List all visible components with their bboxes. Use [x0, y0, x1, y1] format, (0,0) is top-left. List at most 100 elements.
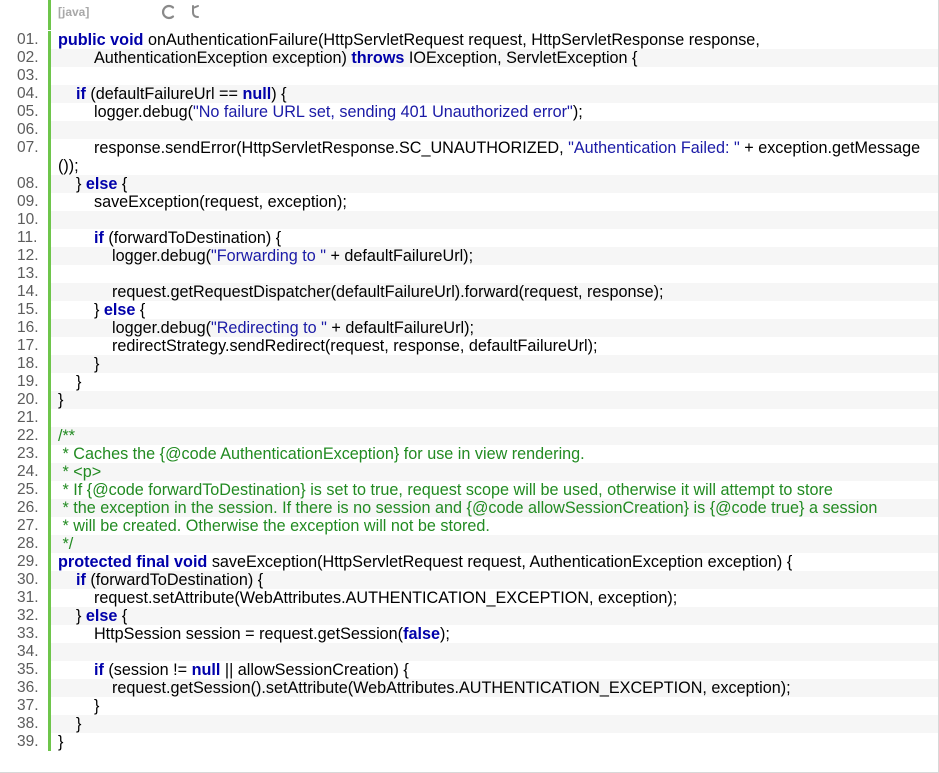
code-line: 35. if (session != null || allowSessionC…	[0, 661, 938, 679]
code-keyword: throws	[351, 49, 405, 67]
code-line: 01. public void onAuthenticationFailure(H…	[0, 31, 938, 49]
line-number: 22.	[17, 427, 39, 444]
code-comment: * will be created. Otherwise the excepti…	[58, 517, 490, 535]
code-string: "Redirecting to "	[211, 319, 327, 337]
code-text: logger.debug("Redirecting to " + default…	[51, 319, 938, 337]
code-keyword: protected	[58, 553, 132, 571]
line-number: 33.	[17, 625, 39, 642]
line-number: 34.	[17, 643, 39, 660]
line-number: 23.	[17, 445, 39, 462]
code-keyword: if	[93, 229, 104, 247]
toolbar-gutter	[0, 0, 48, 30]
code-text: protected final void saveException(HttpS…	[51, 553, 938, 571]
code-text: if (session != null || allowSessionCreat…	[51, 661, 938, 679]
code-text: redirectStrategy.sendRedirect(request, r…	[51, 337, 938, 355]
code-token: }	[58, 175, 86, 193]
line-number: 06.	[17, 121, 39, 138]
code-text: }	[51, 391, 938, 409]
code-line: 39.}	[0, 733, 938, 751]
code-line: 20.}	[0, 391, 938, 409]
code-line: 14. request.getRequestDispatcher(default…	[0, 283, 938, 301]
code-line: 15. } else {	[0, 301, 938, 319]
code-line: 18. }	[0, 355, 938, 373]
code-keyword: else	[85, 175, 118, 193]
line-number: 01.	[17, 31, 39, 48]
code-line: 12. logger.debug("Forwarding to " + defa…	[0, 247, 938, 265]
code-line: 29. protected final void saveException(Ht…	[0, 553, 938, 571]
code-keyword: final	[136, 553, 170, 571]
code-token: (session !=	[103, 661, 192, 679]
code-keyword: void	[110, 31, 144, 49]
code-keyword: if	[93, 661, 104, 679]
line-number: 04.	[17, 85, 39, 102]
code-token: + defaultFailureUrl);	[325, 247, 474, 265]
code-text: if (forwardToDestination) {	[51, 571, 938, 589]
code-token: (defaultFailureUrl ==	[85, 85, 243, 103]
code-line: 31. request.setAttribute(WebAttributes.A…	[0, 589, 938, 607]
line-number: 24.	[17, 463, 39, 480]
code-line: 21.	[0, 409, 938, 427]
code-token: }	[58, 355, 100, 373]
code-keyword: null	[191, 661, 221, 679]
line-number: 09.	[17, 193, 39, 210]
line-number: 26.	[17, 499, 39, 516]
code-line: 08. } else {	[0, 175, 938, 193]
code-token: onAuthenticationFailure(HttpServletReque…	[143, 31, 760, 49]
code-line: 11. if (forwardToDestination) {	[0, 229, 938, 247]
line-number: 16.	[17, 319, 39, 336]
code-comment: * <p>	[58, 463, 102, 481]
copy-icon[interactable]	[160, 3, 178, 21]
code-token: response.sendError(HttpServletResponse.S…	[58, 139, 569, 157]
line-number: 27.	[17, 517, 39, 534]
code-text: saveException(request, exception);	[51, 193, 938, 211]
code-text: logger.debug("No failure URL set, sendin…	[51, 103, 938, 121]
code-token: }	[58, 607, 86, 625]
code-token: logger.debug(	[58, 103, 193, 121]
code-line: 17. redirectStrategy.sendRedirect(reques…	[0, 337, 938, 355]
line-number: 15.	[17, 301, 39, 318]
line-number: 07.	[17, 139, 39, 156]
line-number: 20.	[17, 391, 39, 408]
code-line: 06.	[0, 121, 938, 139]
code-token: {	[117, 607, 128, 625]
code-token: saveException(request, exception);	[58, 193, 347, 211]
code-line: 02. AuthenticationException exception) t…	[0, 49, 938, 67]
code-token: ) {	[271, 85, 287, 103]
code-line: 19. }	[0, 373, 938, 391]
code-token: request.getSession().setAttribute(WebAtt…	[58, 679, 791, 697]
line-number: 29.	[17, 553, 39, 570]
code-text: request.getRequestDispatcher(defaultFail…	[51, 283, 938, 301]
line-number: 25.	[17, 481, 39, 498]
code-text: if (forwardToDestination) {	[51, 229, 938, 247]
code-line: 23. * Caches the {@code AuthenticationEx…	[0, 445, 938, 463]
code-token: {	[117, 175, 128, 193]
code-keyword: public	[58, 31, 106, 49]
code-line: 16. logger.debug("Redirecting to " + def…	[0, 319, 938, 337]
line-number: 02.	[17, 49, 39, 66]
line-number: 39.	[17, 733, 39, 750]
code-token: (forwardToDestination) {	[85, 571, 264, 589]
line-number: 32.	[17, 607, 39, 624]
code-keyword: else	[103, 301, 136, 319]
code-keyword: if	[76, 85, 86, 103]
code-token: + defaultFailureUrl);	[326, 319, 474, 337]
line-number: 05.	[17, 103, 39, 120]
code-token: }	[58, 373, 82, 391]
code-keyword: else	[85, 607, 118, 625]
code-token: }	[58, 301, 104, 319]
code-line: 03.	[0, 67, 938, 85]
code-keyword: null	[242, 85, 272, 103]
code-token: redirectStrategy.sendRedirect(request, r…	[58, 337, 598, 355]
code-text	[51, 643, 938, 661]
line-number: 17.	[17, 337, 39, 354]
code-token: HttpSession session = request.getSession…	[58, 625, 404, 643]
code-text: } else {	[51, 175, 938, 193]
code-line: 09. saveException(request, exception);	[0, 193, 938, 211]
code-line: 10.	[0, 211, 938, 229]
view-source-icon[interactable]	[188, 3, 206, 21]
line-number: 13.	[17, 265, 39, 282]
line-number: 18.	[17, 355, 39, 372]
code-token: );	[572, 103, 583, 121]
